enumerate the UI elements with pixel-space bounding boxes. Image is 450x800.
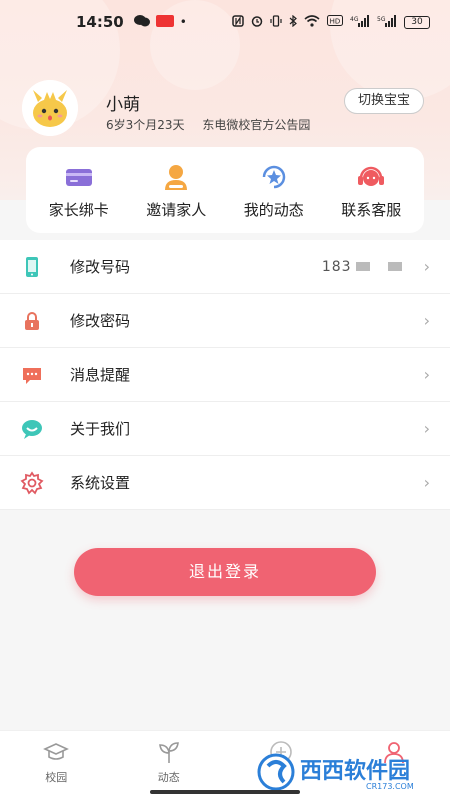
svg-text:4G: 4G [350,16,359,23]
child-age: 6岁3个月23天 [106,118,185,132]
chevron-right-icon: › [423,419,430,438]
quick-action-invite-family[interactable]: 邀请家人 [132,161,220,220]
tab-label: 动态 [157,771,180,784]
user-meta: 6岁3个月23天 东电微校官方公告园 [106,116,324,133]
card-icon [65,168,92,186]
home-indicator [150,790,300,794]
app-notification-icon [155,15,174,29]
alarm-icon [251,15,263,30]
watermark-logo: 西西软件园 CR173.COM [256,752,436,792]
phone-number-value: 183 [322,259,402,275]
chevron-right-icon: › [423,473,430,492]
tab-label: 校园 [45,771,68,784]
menu-item-notifications[interactable]: 消息提醒 › [0,348,450,402]
quick-actions-card: 家长绑卡 邀请家人 我的动态 联系客服 [26,147,424,233]
avatar[interactable] [22,80,78,136]
menu-item-label: 关于我们 [70,420,131,438]
switch-child-button[interactable]: 切换宝宝 [344,88,424,114]
svg-text:5G: 5G [377,16,386,23]
dot-icon: • [179,15,187,29]
svg-text:西西软件园: 西西软件园 [300,758,410,784]
status-time: 14:50 [76,13,124,31]
signal-icon-2: 5G [377,14,397,30]
headset-icon [358,166,385,186]
menu-item-system-settings[interactable]: 系统设置 › [0,456,450,510]
quick-action-contact-support[interactable]: 联系客服 [327,161,415,220]
battery-icon: 30 [404,15,430,29]
signal-icon: 4G [350,14,370,30]
quick-action-label: 邀请家人 [146,200,207,219]
nfc-icon [232,14,244,30]
bluetooth-icon [289,14,297,30]
graduation-cap-icon [43,743,70,760]
sprout-icon [158,742,179,763]
hd-icon: HD [327,15,343,29]
status-right: HD 4G 5G 30 [232,14,430,30]
chevron-right-icon: › [423,311,430,330]
menu-item-label: 修改号码 [70,258,131,276]
person-icon [165,164,188,190]
gear-icon [20,470,44,495]
svg-text:HD: HD [330,18,341,26]
svg-text:CR173.COM: CR173.COM [366,782,414,791]
chat-bubble-icon [22,419,42,439]
menu-item-label: 消息提醒 [70,366,131,384]
menu-item-label: 修改密码 [70,312,131,330]
star-refresh-icon [262,165,285,188]
user-name: 小萌 [106,95,140,115]
quick-action-label: 我的动态 [243,200,304,219]
tab-campus[interactable]: 校园 [16,739,96,785]
quick-action-bind-card[interactable]: 家长绑卡 [35,161,123,220]
tab-moments[interactable]: 动态 [129,739,209,785]
quick-action-label: 家长绑卡 [48,200,109,219]
quick-action-my-posts[interactable]: 我的动态 [230,161,318,220]
menu-item-change-password[interactable]: 修改密码 › [0,294,450,348]
quick-action-label: 联系客服 [341,200,402,219]
lock-icon [25,311,39,330]
status-bar: 14:50 • HD 4G 5G 30 [0,0,450,44]
menu-item-about-us[interactable]: 关于我们 › [0,402,450,456]
settings-menu: 修改号码 183 › 修改密码 › 消息提醒 › 关于我们 › 系统设置 › [0,240,450,510]
vibrate-icon [270,14,282,30]
logout-button[interactable]: 退出登录 [74,548,376,596]
chevron-right-icon: › [423,365,430,384]
chevron-right-icon: › [423,257,430,276]
message-icon [23,367,41,384]
school-name: 东电微校官方公告园 [202,118,311,132]
menu-item-change-number[interactable]: 修改号码 183 › [0,240,450,294]
wifi-icon [304,14,320,30]
menu-item-label: 系统设置 [70,474,131,492]
wechat-icon [133,15,150,29]
phone-icon [26,256,38,277]
